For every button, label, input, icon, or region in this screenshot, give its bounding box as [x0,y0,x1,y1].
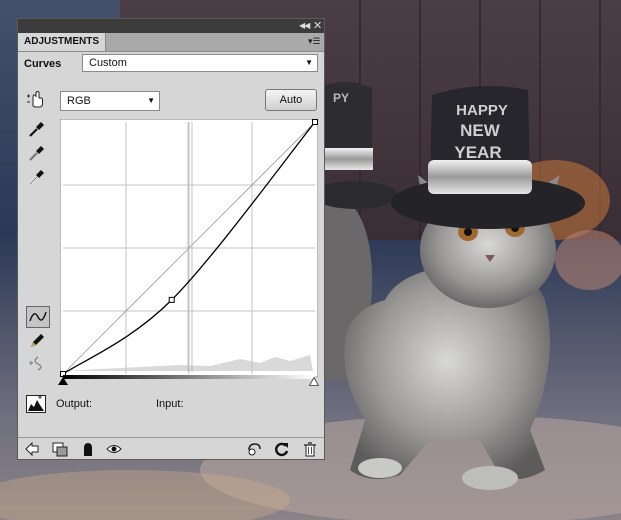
back-arrow-icon[interactable] [24,441,40,457]
gray-point-eyedropper-icon[interactable] [27,143,47,163]
pencil-tool-icon[interactable] [27,331,47,351]
white-point-eyedropper-icon[interactable] [27,167,47,187]
chevron-down-icon: ▼ [147,96,155,105]
hat-text-new: NEW [460,121,501,140]
black-point-eyedropper-icon[interactable] [27,119,47,139]
white-point-slider-icon[interactable] [309,377,319,386]
clip-to-layer-icon[interactable] [52,441,68,457]
preset-value: Custom [89,57,127,69]
panel-bottom-toolbar [18,437,324,460]
hat-text-year: YEAR [454,143,501,162]
chevron-down-icon: ▼ [305,58,313,67]
input-label: Input: [156,398,184,410]
auto-button[interactable]: Auto [265,89,317,111]
visibility-eye-icon[interactable] [106,441,122,457]
close-panel-icon[interactable]: ✕ [313,19,322,32]
output-label: Output: [56,398,93,410]
panel-title-bar: ◀◀ ✕ [18,19,324,33]
adjustments-panel: ◀◀ ✕ ADJUSTMENTS ▾☰ Curves Custom ▼ RGB … [17,18,325,460]
black-point-slider-icon[interactable] [58,377,68,386]
channel-dropdown[interactable]: RGB ▼ [60,91,160,111]
hand-tool-icon[interactable] [26,89,46,109]
view-previous-state-icon[interactable] [246,441,262,457]
panel-menu-icon[interactable]: ▾☰ [308,36,321,47]
channel-value: RGB [67,95,91,107]
curve-control-point[interactable] [312,119,318,125]
reset-icon[interactable] [274,441,290,457]
curve-control-point[interactable] [168,296,175,303]
layer-mask-icon[interactable] [80,441,96,457]
preset-dropdown[interactable]: Custom ▼ [82,54,318,72]
panel-tab-row: ADJUSTMENTS ▾☰ [18,33,324,52]
tab-adjustments[interactable]: ADJUSTMENTS [18,33,106,51]
input-gradient-bar [63,375,315,379]
curves-graph[interactable] [60,119,318,377]
hat-text-happy: HAPPY [456,102,508,119]
svg-text:PY: PY [333,91,349,105]
curve-point-tool-icon[interactable] [26,306,50,328]
clipping-warning-icon[interactable] [26,395,46,413]
smooth-curve-icon[interactable] [27,353,47,373]
collapse-panel-icon[interactable]: ◀◀ [299,21,310,30]
adjustment-title: Curves [24,58,62,70]
delete-trash-icon[interactable] [302,441,318,457]
